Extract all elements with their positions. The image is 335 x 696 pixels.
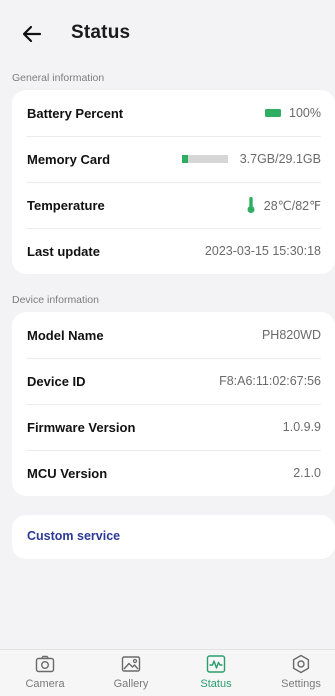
nav-settings[interactable]: Settings — [271, 653, 331, 690]
temperature-label: Temperature — [27, 197, 105, 213]
device-id-label: Device ID — [27, 373, 86, 389]
memory-value: 3.7GB/29.1GB — [239, 152, 321, 166]
model-value: PH820WD — [261, 328, 321, 342]
custom-service-card[interactable]: Custom service — [12, 515, 335, 559]
thermometer-icon — [247, 197, 255, 213]
battery-label: Battery Percent — [27, 105, 124, 121]
memory-label: Memory Card — [27, 151, 111, 167]
app-header: Status — [0, 0, 335, 68]
camera-icon — [35, 655, 55, 673]
general-section-label: General information — [12, 72, 105, 84]
last-update-label: Last update — [27, 243, 100, 259]
battery-icon — [265, 109, 282, 117]
temperature-value: 28℃/82℉ — [263, 198, 321, 213]
memory-usage-bar — [181, 155, 228, 163]
gallery-icon — [121, 656, 141, 672]
last-update-row: Last update 2023-03-15 15:30:18 — [12, 228, 335, 274]
general-info-card: Battery Percent 100% Memory Card 3.7GB/2… — [12, 90, 335, 274]
device-section-label: Device information — [12, 294, 99, 306]
nav-gallery[interactable]: Gallery — [101, 653, 161, 690]
nav-status-label: Status — [200, 678, 232, 690]
temperature-row: Temperature 28℃/82℉ — [12, 182, 335, 228]
custom-service-link[interactable]: Custom service — [27, 529, 120, 543]
mcu-label: MCU Version — [27, 465, 108, 481]
last-update-value: 2023-03-15 15:30:18 — [204, 244, 321, 258]
mcu-value: 2.1.0 — [293, 466, 321, 480]
firmware-value: 1.0.9.9 — [282, 420, 321, 434]
mcu-row: MCU Version 2.1.0 — [12, 450, 335, 496]
device-info-card: Model Name PH820WD Device ID F8:A6:11:02… — [12, 312, 335, 496]
firmware-label: Firmware Version — [27, 419, 136, 435]
bottom-nav: Camera Gallery Status Settings — [0, 649, 335, 696]
nav-settings-label: Settings — [281, 678, 321, 690]
nav-camera[interactable]: Camera — [15, 653, 75, 690]
status-icon — [206, 655, 226, 673]
battery-value: 100% — [289, 106, 321, 120]
nav-status[interactable]: Status — [186, 653, 246, 690]
memory-row: Memory Card 3.7GB/29.1GB — [12, 136, 335, 182]
nav-camera-label: Camera — [25, 678, 65, 690]
model-row: Model Name PH820WD — [12, 312, 335, 358]
device-id-row: Device ID F8:A6:11:02:67:56 — [12, 358, 335, 404]
firmware-row: Firmware Version 1.0.9.9 — [12, 404, 335, 450]
device-id-value: F8:A6:11:02:67:56 — [219, 374, 321, 388]
settings-icon — [292, 654, 310, 674]
back-arrow-icon[interactable] — [18, 20, 46, 48]
memory-usage-fill — [181, 155, 188, 163]
model-label: Model Name — [27, 327, 104, 343]
nav-gallery-label: Gallery — [113, 678, 149, 690]
page-title: Status — [71, 22, 131, 43]
battery-row: Battery Percent 100% — [12, 90, 335, 136]
